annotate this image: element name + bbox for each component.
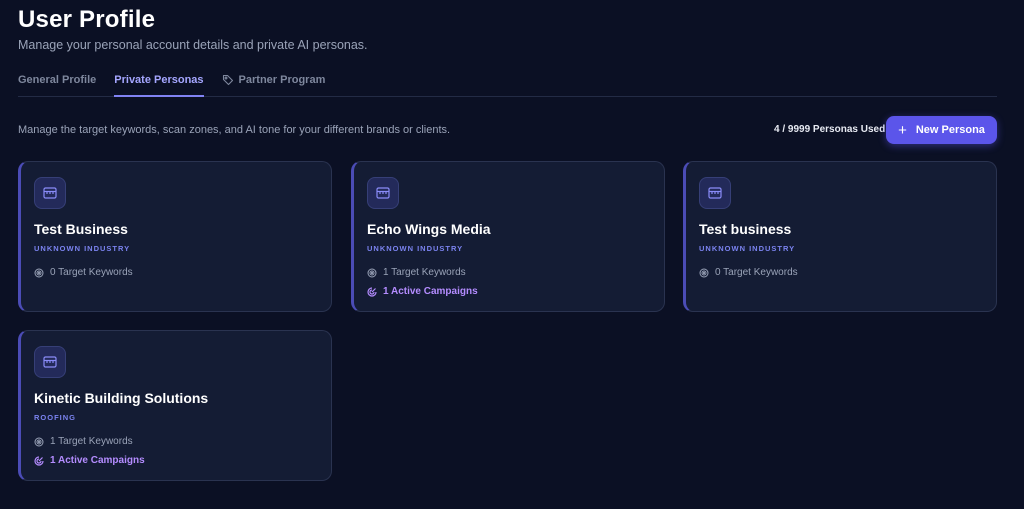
target-icon — [367, 268, 377, 278]
persona-industry: ROOFING — [34, 413, 76, 422]
storefront-icon — [34, 346, 66, 378]
persona-name: Test business — [699, 221, 792, 237]
target-icon — [34, 268, 44, 278]
new-persona-button[interactable]: + New Persona — [886, 116, 997, 144]
profile-tabs: General Profile Private Personas Partner… — [18, 64, 997, 97]
page-subtitle: Manage your personal account details and… — [18, 38, 368, 52]
persona-campaigns-label: 1 Active Campaigns — [50, 455, 145, 466]
persona-card[interactable]: Kinetic Building Solutions ROOFING 1 Tar… — [18, 330, 332, 481]
storefront-icon — [699, 177, 731, 209]
tab-partner-program[interactable]: Partner Program — [222, 64, 326, 97]
persona-industry: UNKNOWN INDUSTRY — [699, 244, 796, 253]
persona-keywords: 1 Target Keywords — [34, 436, 133, 447]
storefront-icon — [34, 177, 66, 209]
persona-card[interactable]: Test Business UNKNOWN INDUSTRY 0 Target … — [18, 161, 332, 312]
target-icon — [699, 268, 709, 278]
storefront-icon — [367, 177, 399, 209]
tab-general-profile-label: General Profile — [18, 73, 97, 86]
persona-name: Echo Wings Media — [367, 221, 491, 237]
tab-private-personas-label: Private Personas — [114, 73, 204, 86]
persona-keywords-label: 0 Target Keywords — [50, 267, 133, 278]
persona-campaigns: 1 Active Campaigns — [367, 286, 478, 297]
persona-keywords-label: 0 Target Keywords — [715, 267, 798, 278]
personas-usage-count: 4 / 9999 Personas Used — [774, 124, 886, 135]
personas-description: Manage the target keywords, scan zones, … — [18, 124, 451, 136]
tab-general-profile[interactable]: General Profile — [18, 64, 96, 97]
persona-campaigns: 1 Active Campaigns — [34, 455, 145, 466]
tab-private-personas[interactable]: Private Personas — [114, 64, 204, 97]
persona-keywords-label: 1 Target Keywords — [50, 436, 133, 447]
new-persona-label: New Persona — [915, 124, 985, 136]
persona-grid: Test Business UNKNOWN INDUSTRY 0 Target … — [18, 161, 997, 483]
target-icon — [34, 437, 44, 447]
radar-icon — [34, 455, 44, 466]
persona-name: Kinetic Building Solutions — [34, 390, 209, 406]
plus-icon: + — [898, 121, 907, 139]
page-title: User Profile — [18, 6, 156, 33]
persona-keywords: 1 Target Keywords — [367, 267, 466, 278]
persona-keywords-label: 1 Target Keywords — [383, 267, 466, 278]
persona-industry: UNKNOWN INDUSTRY — [367, 244, 464, 253]
persona-name: Test Business — [34, 221, 128, 237]
persona-keywords: 0 Target Keywords — [34, 267, 133, 278]
persona-card[interactable]: Echo Wings Media UNKNOWN INDUSTRY 1 Targ… — [351, 161, 665, 312]
tag-icon — [222, 74, 234, 86]
persona-industry: UNKNOWN INDUSTRY — [34, 244, 131, 253]
user-profile-page: User Profile Manage your personal accoun… — [0, 0, 1024, 509]
radar-icon — [367, 286, 377, 297]
persona-card[interactable]: Test business UNKNOWN INDUSTRY 0 Target … — [683, 161, 997, 312]
persona-campaigns-label: 1 Active Campaigns — [383, 286, 478, 297]
persona-keywords: 0 Target Keywords — [699, 267, 798, 278]
tab-partner-program-label: Partner Program — [238, 73, 326, 86]
